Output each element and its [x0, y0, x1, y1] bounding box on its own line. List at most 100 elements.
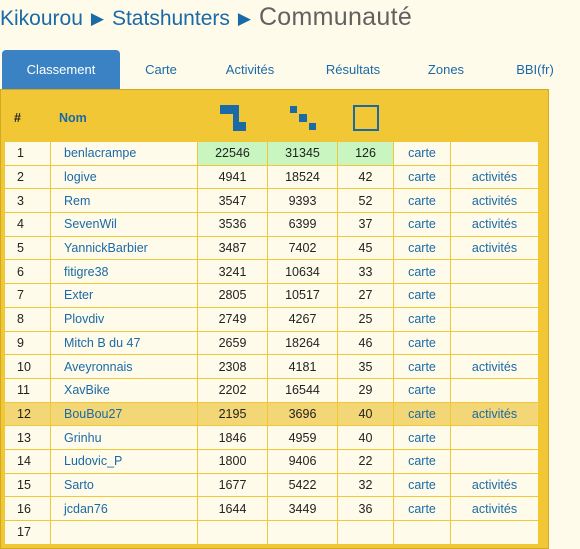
user-name-link[interactable]: Rem	[50, 188, 198, 214]
map-link[interactable]: carte	[393, 448, 451, 474]
breadcrumb-separator-icon: ▶	[237, 9, 251, 28]
tiles-cell: 4267	[267, 306, 338, 332]
table-row: 1 benlacrampe 22546 31345 126 carte	[4, 141, 539, 166]
table-row: 3 Rem 3547 9393 52 carte activités	[4, 188, 539, 214]
activities-link	[450, 141, 539, 166]
rank-cell: 4	[4, 212, 51, 237]
max-square-tiles-cell: 2659	[197, 330, 268, 356]
user-name-link[interactable]: Ludovic_P	[50, 448, 198, 474]
user-name-link[interactable]: Sarto	[50, 472, 198, 498]
activities-link[interactable]: activités	[450, 235, 539, 261]
activities-link[interactable]: activités	[450, 164, 539, 190]
map-link[interactable]: carte	[393, 306, 451, 332]
rank-cell: 14	[4, 448, 51, 474]
column-header-map	[393, 93, 451, 142]
user-name-link[interactable]: SevenWil	[50, 212, 198, 237]
activities-link[interactable]: activités	[450, 472, 539, 498]
max-square-cell	[337, 520, 394, 545]
activities-link[interactable]: activités	[450, 212, 539, 237]
tab-bbi[interactable]: BBI(fr)	[495, 50, 575, 89]
table-row: 16 jcdan76 1644 3449 36 carte activités	[4, 496, 539, 521]
rank-cell: 11	[4, 377, 51, 403]
map-link[interactable]: carte	[393, 496, 451, 521]
tiles-icon	[289, 105, 316, 130]
user-name-link[interactable]: YannickBarbier	[50, 235, 198, 261]
user-name-link[interactable]: Plovdiv	[50, 306, 198, 332]
user-name-link[interactable]: fitigre38	[50, 259, 198, 285]
column-header-max-square[interactable]	[337, 93, 394, 142]
ranking-table-frame: # Nom 1 benlacrampe 22546 31345 126 cart…	[0, 89, 549, 549]
tiles-cell: 9406	[267, 448, 338, 474]
rank-cell: 17	[4, 520, 51, 545]
tiles-cell: 5422	[267, 472, 338, 498]
map-link[interactable]: carte	[393, 141, 451, 166]
tiles-cell: 3449	[267, 496, 338, 521]
activities-link[interactable]: activités	[450, 401, 539, 427]
column-header-rank[interactable]: #	[4, 93, 51, 142]
column-header-tiles[interactable]	[267, 93, 338, 142]
user-name-link[interactable]: jcdan76	[50, 496, 198, 521]
user-name-link[interactable]: Exter	[50, 283, 198, 308]
max-square-tiles-cell: 3241	[197, 259, 268, 285]
map-link[interactable]: carte	[393, 283, 451, 308]
rank-cell: 8	[4, 306, 51, 332]
tab-carte[interactable]: Carte	[125, 50, 197, 89]
map-link[interactable]: carte	[393, 354, 451, 379]
table-row: 7 Exter 2805 10517 27 carte	[4, 283, 539, 308]
tiles-cell	[267, 520, 338, 545]
activities-link[interactable]: activités	[450, 188, 539, 214]
user-name-link[interactable]: Mitch B du 47	[50, 330, 198, 356]
table-header-row: # Nom	[4, 93, 539, 142]
map-link[interactable]: carte	[393, 235, 451, 261]
breadcrumb-root-link[interactable]: Kikourou	[0, 7, 83, 30]
tab-classement[interactable]: Classement	[2, 50, 120, 89]
max-square-cell: 27	[337, 283, 394, 308]
map-link[interactable]: carte	[393, 330, 451, 356]
rank-cell: 5	[4, 235, 51, 261]
map-link[interactable]: carte	[393, 472, 451, 498]
user-name-link[interactable]: BouBou27	[50, 401, 198, 427]
max-square-cell: 42	[337, 164, 394, 190]
activities-link	[450, 259, 539, 285]
map-link[interactable]: carte	[393, 377, 451, 403]
rank-cell: 9	[4, 330, 51, 356]
max-square-tiles-cell: 2805	[197, 283, 268, 308]
map-link[interactable]: carte	[393, 259, 451, 285]
column-header-max-square-tiles[interactable]	[197, 93, 268, 142]
user-name-link[interactable]: Grinhu	[50, 425, 198, 450]
max-square-cell: 32	[337, 472, 394, 498]
tiles-cell: 3696	[267, 401, 338, 427]
map-link[interactable]: carte	[393, 212, 451, 237]
map-link[interactable]: carte	[393, 164, 451, 190]
activities-link[interactable]: activités	[450, 496, 539, 521]
table-row: 9 Mitch B du 47 2659 18264 46 carte	[4, 330, 539, 356]
user-name-link	[50, 520, 198, 545]
max-square-cell: 37	[337, 212, 394, 237]
max-square-cell: 40	[337, 401, 394, 427]
max-square-tiles-cell: 2749	[197, 306, 268, 332]
max-square-tiles-cell: 3487	[197, 235, 268, 261]
rank-cell: 2	[4, 164, 51, 190]
rank-cell: 6	[4, 259, 51, 285]
column-header-name[interactable]: Nom	[50, 93, 198, 142]
tab-activites[interactable]: Activités	[205, 50, 295, 89]
user-name-link[interactable]: logive	[50, 164, 198, 190]
map-link[interactable]: carte	[393, 188, 451, 214]
tiles-cell: 6399	[267, 212, 338, 237]
map-link[interactable]: carte	[393, 401, 451, 427]
user-name-link[interactable]: benlacrampe	[50, 141, 198, 166]
activities-link[interactable]: activités	[450, 354, 539, 379]
tab-zones[interactable]: Zones	[410, 50, 482, 89]
max-square-cell: 22	[337, 448, 394, 474]
user-name-link[interactable]: Aveyronnais	[50, 354, 198, 379]
user-name-link[interactable]: XavBike	[50, 377, 198, 403]
tiles-cell: 7402	[267, 235, 338, 261]
tab-resultats[interactable]: Résultats	[308, 50, 398, 89]
table-row: 2 logive 4941 18524 42 carte activités	[4, 164, 539, 190]
activities-link	[450, 377, 539, 403]
max-square-cell: 126	[337, 141, 394, 166]
breadcrumb-section-link[interactable]: Statshunters	[112, 7, 230, 30]
table-row: 15 Sarto 1677 5422 32 carte activités	[4, 472, 539, 498]
max-square-tiles-cell: 4941	[197, 164, 268, 190]
map-link[interactable]: carte	[393, 425, 451, 450]
